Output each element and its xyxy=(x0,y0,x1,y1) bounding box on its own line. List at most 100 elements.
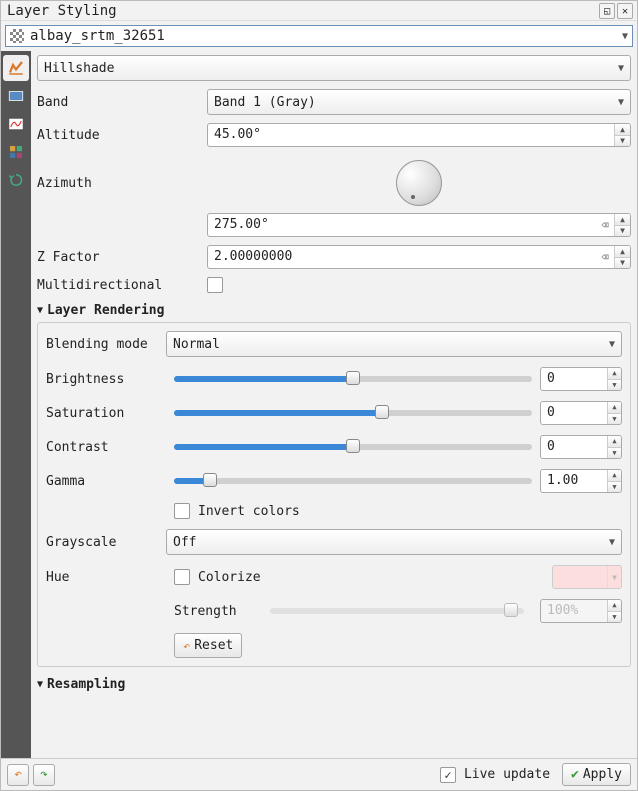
render-type-value: Hillshade xyxy=(44,61,618,76)
redo-button[interactable]: ↷ xyxy=(33,764,55,786)
panel-title: Layer Styling xyxy=(5,3,597,19)
tab-symbology[interactable] xyxy=(3,55,29,81)
colorize-checkbox[interactable] xyxy=(174,569,190,585)
altitude-value: 45.00° xyxy=(208,124,614,146)
reset-label: Reset xyxy=(194,638,233,653)
step-up-icon[interactable]: ▲ xyxy=(615,246,630,258)
band-selector[interactable]: Band 1 (Gray) ▼ xyxy=(207,89,631,115)
azimuth-dial[interactable] xyxy=(396,160,442,206)
step-down-icon[interactable]: ▼ xyxy=(608,448,621,459)
layer-styling-panel: Layer Styling ◱ ✕ albay_srtm_32651 ▼ xyxy=(0,0,638,791)
azimuth-value: 275.00° xyxy=(208,214,596,236)
collapse-arrow-icon: ▼ xyxy=(37,679,43,690)
step-up-icon[interactable]: ▲ xyxy=(608,436,621,448)
multidirectional-label: Multidirectional xyxy=(37,278,207,293)
slider-thumb[interactable] xyxy=(203,473,217,487)
layer-rendering-group: Blending mode Normal ▼ Brightness 0 ▲▼ xyxy=(37,322,631,667)
grayscale-value: Off xyxy=(173,535,609,550)
gamma-value: 1.00 xyxy=(541,470,607,492)
chevron-down-icon: ▼ xyxy=(609,339,615,350)
panel-title-bar: Layer Styling ◱ ✕ xyxy=(1,1,637,21)
layer-rendering-title: Layer Rendering xyxy=(47,303,164,318)
azimuth-label: Azimuth xyxy=(37,176,207,191)
brightness-label: Brightness xyxy=(46,372,166,387)
step-down-icon[interactable]: ▼ xyxy=(608,380,621,391)
raster-layer-icon xyxy=(10,29,24,43)
strength-input: 100% ▲▼ xyxy=(540,599,622,623)
contrast-input[interactable]: 0 ▲▼ xyxy=(540,435,622,459)
brightness-slider[interactable] xyxy=(174,376,532,382)
step-up-icon: ▲ xyxy=(608,600,621,612)
panel-footer: ↶ ↷ Live update ✔ Apply xyxy=(1,758,637,790)
band-label: Band xyxy=(37,95,207,110)
apply-label: Apply xyxy=(583,767,622,782)
step-up-icon[interactable]: ▲ xyxy=(615,214,630,226)
grayscale-selector[interactable]: Off ▼ xyxy=(166,529,622,555)
gamma-input[interactable]: 1.00 ▲▼ xyxy=(540,469,622,493)
strength-value: 100% xyxy=(541,600,607,622)
render-type-selector[interactable]: Hillshade ▼ xyxy=(37,55,631,81)
contrast-label: Contrast xyxy=(46,440,166,455)
resampling-title: Resampling xyxy=(47,677,125,692)
azimuth-input[interactable]: 275.00° ⌫ ▲ ▼ xyxy=(207,213,631,237)
slider-thumb xyxy=(504,603,518,617)
zfactor-value: 2.00000000 xyxy=(208,246,596,268)
invert-colors-label: Invert colors xyxy=(198,504,300,519)
saturation-input[interactable]: 0 ▲▼ xyxy=(540,401,622,425)
chevron-down-icon: ▼ xyxy=(618,97,624,108)
live-update-checkbox[interactable] xyxy=(440,767,456,783)
blending-selector[interactable]: Normal ▼ xyxy=(166,331,622,357)
step-down-icon[interactable]: ▼ xyxy=(608,414,621,425)
strength-label: Strength xyxy=(174,604,254,619)
slider-thumb[interactable] xyxy=(375,405,389,419)
resampling-header[interactable]: ▼ Resampling xyxy=(37,677,631,692)
colorize-label: Colorize xyxy=(198,570,544,585)
chevron-down-icon: ▼ xyxy=(607,566,621,588)
step-down-icon[interactable]: ▼ xyxy=(615,136,630,147)
slider-thumb[interactable] xyxy=(346,439,360,453)
tab-histogram[interactable] xyxy=(3,111,29,137)
clear-icon[interactable]: ⌫ xyxy=(596,246,614,268)
chevron-down-icon: ▼ xyxy=(609,537,615,548)
contrast-slider[interactable] xyxy=(174,444,532,450)
saturation-label: Saturation xyxy=(46,406,166,421)
close-icon[interactable]: ✕ xyxy=(617,3,633,19)
layer-selector[interactable]: albay_srtm_32651 ▼ xyxy=(5,25,633,47)
gamma-slider[interactable] xyxy=(174,478,532,484)
azimuth-dial-wrap xyxy=(207,155,631,211)
live-update-label: Live update xyxy=(464,767,550,782)
undo-button[interactable]: ↶ xyxy=(7,764,29,786)
hue-label: Hue xyxy=(46,570,166,585)
multidirectional-checkbox[interactable] xyxy=(207,277,223,293)
gamma-label: Gamma xyxy=(46,474,166,489)
clear-icon[interactable]: ⌫ xyxy=(596,214,614,236)
saturation-slider[interactable] xyxy=(174,410,532,416)
step-down-icon[interactable]: ▼ xyxy=(608,482,621,493)
step-up-icon[interactable]: ▲ xyxy=(608,470,621,482)
colorize-color-button[interactable]: ▼ xyxy=(552,565,622,589)
apply-button[interactable]: ✔ Apply xyxy=(562,763,631,786)
step-down-icon[interactable]: ▼ xyxy=(615,226,630,237)
reset-button[interactable]: ↶ Reset xyxy=(174,633,242,658)
style-sidebar xyxy=(1,51,31,758)
slider-thumb[interactable] xyxy=(346,371,360,385)
zfactor-label: Z Factor xyxy=(37,250,207,265)
chevron-down-icon: ▼ xyxy=(618,63,624,74)
invert-colors-checkbox[interactable] xyxy=(174,503,190,519)
tab-transparency[interactable] xyxy=(3,83,29,109)
dock-icon[interactable]: ◱ xyxy=(599,3,615,19)
altitude-label: Altitude xyxy=(37,128,207,143)
step-up-icon[interactable]: ▲ xyxy=(608,402,621,414)
brightness-input[interactable]: 0 ▲▼ xyxy=(540,367,622,391)
step-up-icon[interactable]: ▲ xyxy=(608,368,621,380)
step-down-icon[interactable]: ▼ xyxy=(615,258,630,269)
altitude-input[interactable]: 45.00° ▲ ▼ xyxy=(207,123,631,147)
zfactor-input[interactable]: 2.00000000 ⌫ ▲ ▼ xyxy=(207,245,631,269)
grayscale-label: Grayscale xyxy=(46,535,166,550)
tab-rendering[interactable] xyxy=(3,139,29,165)
layer-rendering-header[interactable]: ▼ Layer Rendering xyxy=(37,303,631,318)
chevron-down-icon: ▼ xyxy=(622,31,628,42)
tab-history[interactable] xyxy=(3,167,29,193)
step-up-icon[interactable]: ▲ xyxy=(615,124,630,136)
saturation-value: 0 xyxy=(541,402,607,424)
